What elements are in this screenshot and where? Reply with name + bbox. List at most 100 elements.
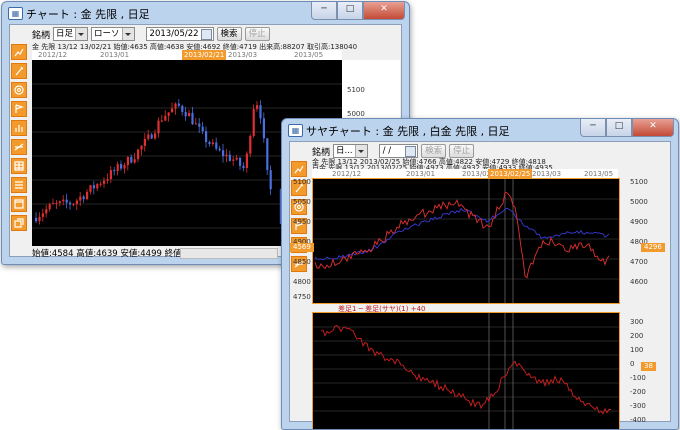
candle-body xyxy=(252,109,255,136)
minimize-button[interactable]: ─ xyxy=(580,119,606,137)
price-label: 4950 xyxy=(293,218,311,226)
candle-body xyxy=(72,204,75,206)
price-label: 5100 xyxy=(347,86,365,94)
title-bar[interactable]: ▦ サヤチャート : 金 先限 , 白金 先限 , 日足 ─ □ ✕ xyxy=(282,119,678,141)
candle-body xyxy=(92,185,95,189)
candle-body xyxy=(177,103,180,106)
chart-icon xyxy=(294,165,304,174)
candle-body xyxy=(205,131,208,143)
date-label: 2012/12 xyxy=(38,51,68,59)
candle-body xyxy=(109,170,112,180)
candle-body xyxy=(106,179,109,181)
candle-body xyxy=(52,203,55,205)
platinum-series-line xyxy=(314,207,610,261)
calendar-icon[interactable] xyxy=(200,29,212,40)
period-select[interactable]: 日... xyxy=(333,144,368,158)
left-price-axis: 5100 5050 4950 4900 4850 4800 4750 xyxy=(290,178,312,302)
bars-icon xyxy=(15,125,23,132)
flag-tool-button[interactable] xyxy=(11,101,27,117)
flag-icon xyxy=(15,104,24,113)
horizontal-scrollbar[interactable] xyxy=(180,248,278,259)
candle-body xyxy=(245,153,248,168)
date-label: 2013/03 xyxy=(228,51,258,59)
candle-body xyxy=(62,199,65,202)
maximize-button[interactable]: □ xyxy=(337,2,363,20)
candle-body xyxy=(116,164,119,172)
close-button[interactable]: ✕ xyxy=(632,119,674,137)
close-button[interactable]: ✕ xyxy=(363,2,405,20)
stop-button[interactable]: 停止 xyxy=(449,144,475,158)
candle-body xyxy=(65,199,68,203)
search-button[interactable]: 検索 xyxy=(421,144,447,158)
title-bar[interactable]: ▦ チャート : 金 先限 , 日足 ─ □ ✕ xyxy=(2,2,409,24)
chart-tool-button[interactable] xyxy=(291,161,307,177)
symbol-label: 銘柄 xyxy=(312,147,331,158)
status-high: 高値:4639 xyxy=(76,249,118,259)
list-tool-button[interactable] xyxy=(11,177,27,193)
candle-body xyxy=(86,191,89,200)
table-tool-button[interactable] xyxy=(11,158,27,174)
copy-icon xyxy=(14,218,24,228)
candle-body xyxy=(45,209,48,214)
price-label: 5000 xyxy=(630,198,648,206)
candle-body xyxy=(38,216,41,222)
spread-label: 200 xyxy=(630,332,644,340)
candle-body xyxy=(58,201,61,203)
date-axis: 2012/12 2013/01 2013/02 2013/02/25 2013/… xyxy=(312,169,618,179)
copy-tool-button[interactable] xyxy=(11,215,27,231)
spread-series-line xyxy=(320,324,612,415)
candle-body xyxy=(235,157,238,160)
period-select[interactable]: 日足 xyxy=(53,27,89,41)
right-price-axis: 5100 5000 4900 4800 4700 4600 xyxy=(620,178,670,302)
candle-body xyxy=(198,123,201,127)
chart-app-icon: ▦ xyxy=(288,124,303,137)
chart-app-icon: ▦ xyxy=(8,7,23,20)
price-label: 5100 xyxy=(630,178,648,186)
gear-tool-button[interactable] xyxy=(11,82,27,98)
candle-body xyxy=(147,134,150,139)
spread-label: 100 xyxy=(630,346,644,354)
status-open: 始値:4584 xyxy=(32,249,74,259)
candle-body xyxy=(82,196,85,200)
list-icon xyxy=(15,181,23,189)
spread-label: 300 xyxy=(630,318,644,326)
line-icon xyxy=(14,143,24,151)
status-low: 安値:4499 xyxy=(120,249,162,259)
window-title: チャート : 金 先限 , 日足 xyxy=(26,8,150,21)
date-input[interactable]: 2013/05/22 xyxy=(145,27,214,41)
candle-body xyxy=(150,134,153,139)
candle-body xyxy=(228,154,231,161)
candle-body xyxy=(123,165,126,169)
chart-type-select[interactable]: ローソ xyxy=(91,27,135,41)
candle-body xyxy=(194,123,197,125)
line-tool-button[interactable] xyxy=(11,139,27,155)
maximize-button[interactable]: □ xyxy=(606,119,632,137)
candle-body xyxy=(184,111,187,117)
candle-body xyxy=(154,133,157,139)
search-button[interactable]: 検索 xyxy=(216,27,242,41)
minimize-button[interactable]: ─ xyxy=(311,2,337,20)
right-price-tag: 4296 xyxy=(641,243,665,252)
candle-body xyxy=(113,170,116,172)
price-label: 4700 xyxy=(630,258,648,266)
window-tool-button[interactable] xyxy=(11,196,27,212)
pencil-tool-button[interactable] xyxy=(11,63,27,79)
price-label: 4750 xyxy=(293,293,311,301)
bars-tool-button[interactable] xyxy=(11,120,27,136)
price-label: 5050 xyxy=(293,198,311,206)
candle-body xyxy=(215,142,218,149)
candle-body xyxy=(256,105,259,110)
spread-chart[interactable] xyxy=(312,312,620,429)
tool-sidebar xyxy=(11,44,27,231)
date-value: / / xyxy=(382,146,392,156)
date-input[interactable]: / / xyxy=(378,144,419,158)
candle-body xyxy=(249,135,252,154)
chart-tool-button[interactable] xyxy=(11,44,27,60)
candle-body xyxy=(232,159,235,161)
stop-button[interactable]: 停止 xyxy=(244,27,270,41)
price-overlay-chart[interactable] xyxy=(312,178,620,304)
calendar-icon[interactable] xyxy=(405,146,417,157)
candle-body xyxy=(120,164,123,169)
date-value: 2013/05/22 xyxy=(149,29,199,39)
candle-body xyxy=(130,156,133,163)
